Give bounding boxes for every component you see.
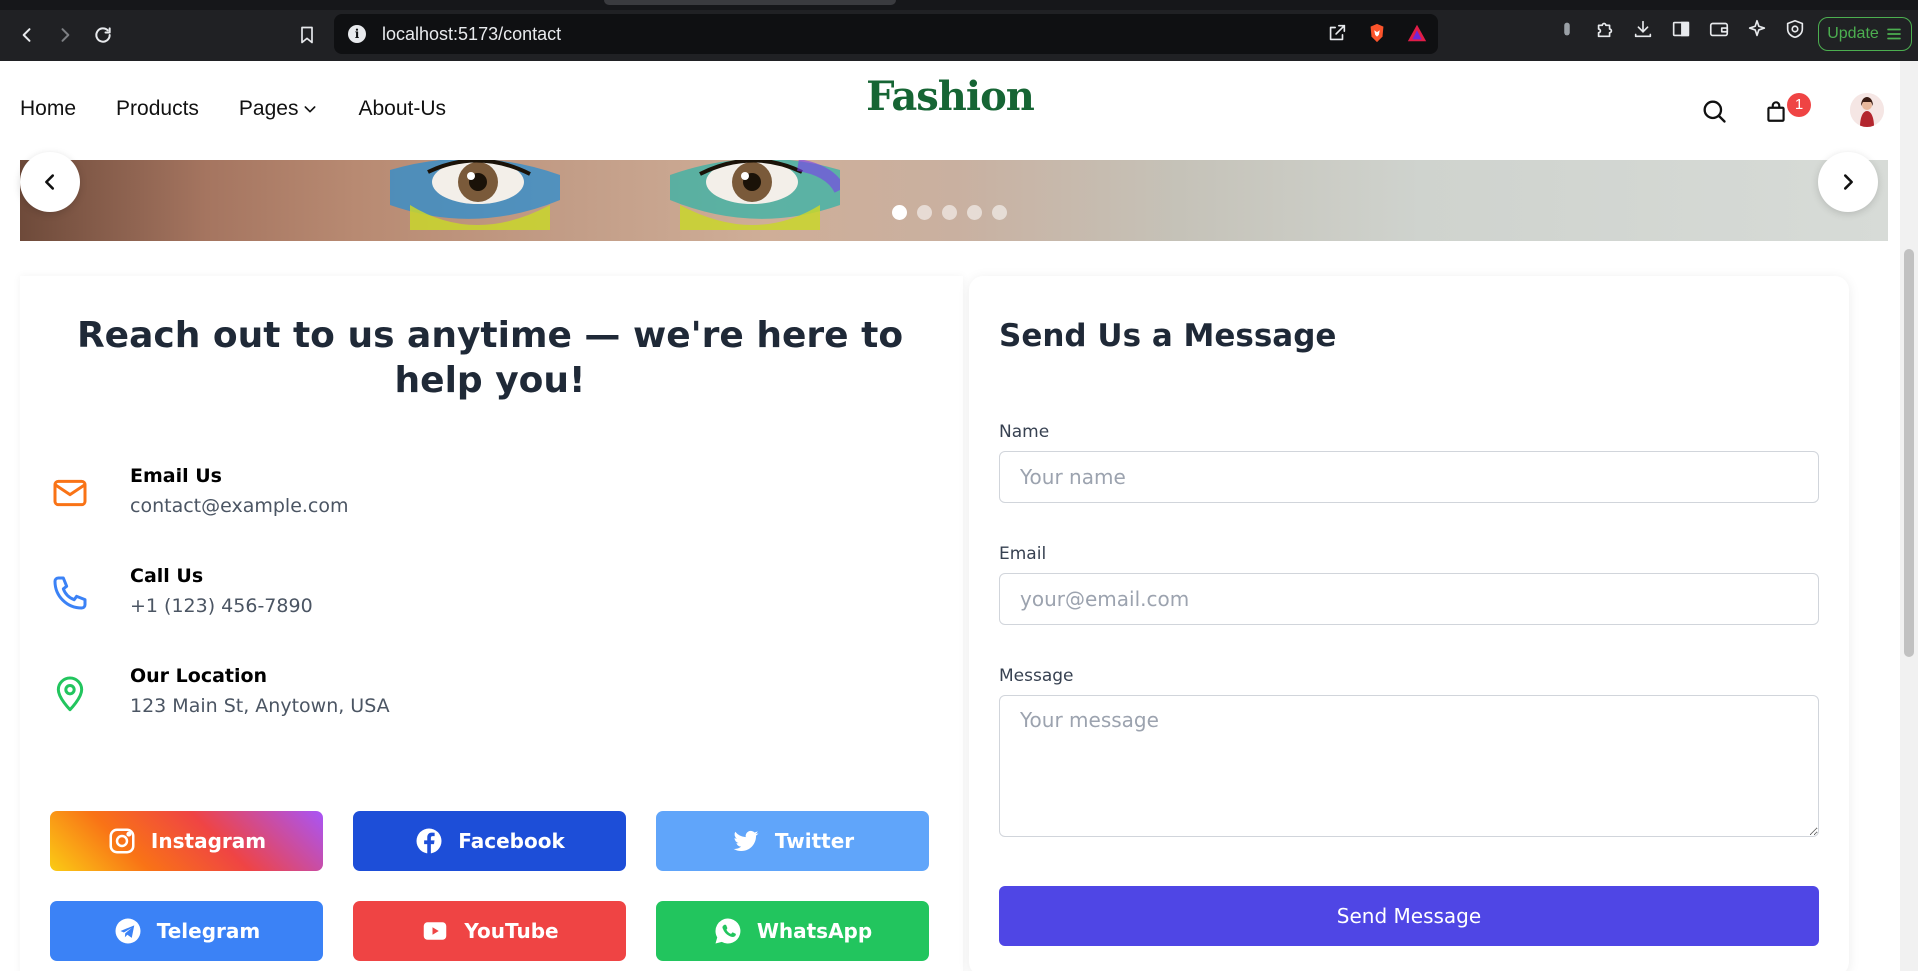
user-avatar-image [1850, 93, 1884, 127]
nav-pages-label: Pages [238, 97, 299, 120]
contact-location: Our Location 123 Main St, Anytown, USA [50, 665, 550, 725]
carousel-dot-1[interactable] [892, 205, 907, 220]
shopping-bag-icon[interactable] [1763, 97, 1789, 125]
page-title: Reach out to us anytime — we're here to … [76, 315, 904, 401]
bookmark-icon [301, 26, 313, 44]
contact-email: Email Us contact@example.com [50, 465, 550, 525]
phone-value[interactable]: +1 (123) 456-7890 [130, 595, 313, 617]
wallet-icon[interactable] [1708, 18, 1730, 40]
twitter-label: Twitter [774, 829, 855, 853]
contact-phone: Call Us +1 (123) 456-7890 [50, 565, 550, 625]
chevron-right-icon [1843, 174, 1853, 190]
location-value: 123 Main St, Anytown, USA [130, 695, 390, 717]
carousel-dot-2[interactable] [917, 205, 932, 220]
phone-title: Call Us [130, 565, 204, 587]
cart-count-badge: 1 [1787, 93, 1811, 117]
carousel-prev-button[interactable] [20, 152, 80, 212]
email-label: Email [999, 544, 1047, 564]
nav-pages[interactable]: Pages [239, 97, 319, 121]
twitter-button[interactable]: Twitter [656, 811, 929, 871]
mail-icon [53, 479, 87, 507]
nav-home[interactable]: Home [20, 97, 76, 121]
location-title: Our Location [130, 665, 268, 687]
back-button[interactable] [12, 20, 42, 50]
main-nav: Home Products Pages About-Us [20, 97, 446, 121]
menu-icon [1886, 28, 1901, 40]
telegram-button[interactable]: Telegram [50, 901, 323, 961]
hero-image-right-eye [670, 160, 840, 230]
facebook-label: Facebook [458, 829, 565, 853]
brave-shields-icon[interactable] [1366, 22, 1388, 44]
youtube-label: YouTube [464, 919, 559, 943]
whatsapp-label: WhatsApp [756, 919, 873, 943]
arrow-right-icon [61, 28, 70, 42]
nav-products-label: Products [116, 97, 199, 120]
carousel-dot-3[interactable] [942, 205, 957, 220]
nav-products[interactable]: Products [116, 97, 199, 121]
extensions-bar [1556, 18, 1806, 40]
forward-button[interactable] [50, 20, 80, 50]
reload-icon [95, 27, 111, 43]
twitter-icon [733, 830, 759, 852]
mouse-icon[interactable] [1556, 18, 1578, 40]
chevron-down-icon [304, 106, 316, 113]
carousel-dot-5[interactable] [992, 205, 1007, 220]
email-value[interactable]: contact@example.com [130, 495, 349, 517]
arrow-left-icon [22, 28, 31, 42]
bookmark-button[interactable] [292, 20, 322, 50]
update-label: Update [1827, 25, 1879, 42]
chevron-left-icon [45, 174, 55, 190]
instagram-label: Instagram [150, 829, 267, 853]
carousel-next-button[interactable] [1818, 152, 1878, 212]
scrollbar-thumb[interactable] [1904, 249, 1914, 657]
telegram-label: Telegram [156, 919, 261, 943]
puzzle-icon[interactable] [1594, 18, 1616, 40]
email-input[interactable] [999, 573, 1819, 625]
site-header: Home Products Pages About-Us Fashion [0, 61, 1900, 160]
youtube-button[interactable]: YouTube [353, 901, 626, 961]
phone-icon [53, 576, 87, 610]
active-tab[interactable] [604, 0, 896, 5]
message-label: Message [999, 666, 1074, 686]
brand-logo[interactable]: Fashion [850, 73, 1050, 120]
sidebar-icon[interactable] [1670, 18, 1692, 40]
reload-button[interactable] [88, 20, 118, 50]
form-title: Send Us a Message [999, 318, 1337, 354]
browser-toolbar: i localhost:5173/contact Update [0, 0, 1918, 61]
send-message-button[interactable]: Send Message [999, 886, 1819, 946]
address-bar[interactable]: i localhost:5173/contact [334, 14, 1438, 54]
tab-strip [0, 0, 1918, 10]
leo-ai-icon[interactable] [1746, 18, 1768, 40]
nav-home-label: Home [20, 97, 77, 120]
message-textarea[interactable] [999, 695, 1819, 837]
site-info-icon[interactable]: i [348, 25, 366, 43]
facebook-button[interactable]: Facebook [353, 811, 626, 871]
nav-about-us[interactable]: About-Us [358, 97, 446, 121]
url-text[interactable]: localhost:5173/contact [382, 24, 561, 45]
avatar[interactable] [1850, 93, 1884, 127]
download-icon[interactable] [1632, 18, 1654, 40]
search-icon[interactable] [1700, 97, 1728, 125]
youtube-icon [424, 922, 447, 940]
whatsapp-button[interactable]: WhatsApp [656, 901, 929, 961]
brave-rewards-icon[interactable] [1406, 22, 1428, 44]
carousel-dot-4[interactable] [967, 205, 982, 220]
hero-carousel[interactable] [20, 160, 1888, 241]
name-input[interactable] [999, 451, 1819, 503]
carousel-dots [892, 205, 1007, 220]
email-title: Email Us [130, 465, 222, 487]
instagram-icon [109, 828, 135, 854]
hero-image-left-eye [390, 160, 560, 230]
nav-about-us-label: About-Us [358, 97, 446, 120]
vpn-shield-icon[interactable] [1784, 18, 1806, 40]
map-pin-icon [56, 676, 84, 712]
facebook-icon [416, 828, 442, 854]
page-scrollbar[interactable] [1900, 61, 1918, 971]
share-icon[interactable] [1326, 22, 1348, 44]
instagram-button[interactable]: Instagram [50, 811, 323, 871]
name-label: Name [999, 422, 1050, 442]
update-button[interactable]: Update [1818, 17, 1912, 51]
telegram-icon [115, 918, 141, 944]
whatsapp-icon [715, 918, 741, 944]
